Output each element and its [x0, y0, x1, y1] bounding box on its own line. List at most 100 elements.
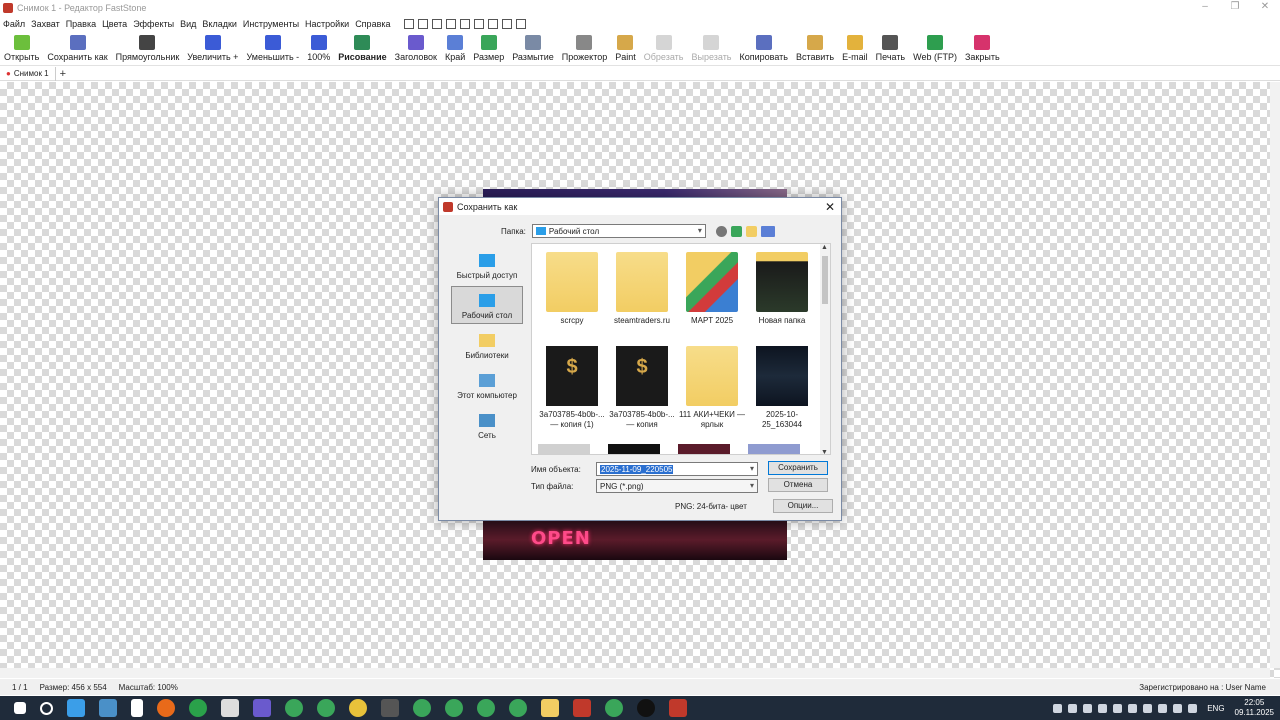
vpn-icon[interactable] [253, 699, 271, 717]
calculator-icon[interactable] [99, 699, 117, 717]
toolbar-button-13[interactable]: Обрезать [640, 33, 688, 62]
toolbar-button-7[interactable]: Заголовок [391, 33, 441, 62]
horizontal-scrollbar[interactable] [0, 668, 1270, 678]
chrome-icon[interactable] [317, 699, 335, 717]
menu-colors[interactable]: Цвета [99, 19, 130, 29]
add-tab-icon[interactable]: + [60, 68, 66, 80]
chrome-icon[interactable] [477, 699, 495, 717]
minimize-icon[interactable]: – [1190, 0, 1220, 16]
toolbar-button-6[interactable]: Рисование [334, 33, 390, 62]
place-1[interactable]: Рабочий стол [451, 286, 523, 324]
toolbar-button-15[interactable]: Копировать [736, 33, 792, 62]
chrome-icon[interactable] [509, 699, 527, 717]
scroll-down-icon[interactable]: ▼ [821, 449, 828, 454]
toolbar-button-14[interactable]: Вырезать [687, 33, 735, 62]
lock-icon[interactable] [381, 699, 399, 717]
tray-icon[interactable] [1158, 703, 1168, 713]
github-icon[interactable] [637, 699, 655, 717]
menu-tools[interactable]: Инструменты [240, 19, 302, 29]
open-icon[interactable] [431, 19, 442, 29]
chrome-icon[interactable] [445, 699, 463, 717]
menu-tabs[interactable]: Вкладки [199, 19, 240, 29]
cancel-button[interactable]: Отмена [768, 478, 828, 492]
language-indicator[interactable]: ENG [1207, 704, 1224, 713]
globe-icon[interactable] [189, 699, 207, 717]
capture-object-icon[interactable] [459, 19, 470, 29]
toolbar-button-12[interactable]: Paint [611, 33, 640, 62]
toolbar-button-16[interactable]: Вставить [792, 33, 838, 62]
faststone-icon[interactable] [669, 699, 687, 717]
pdf-icon[interactable] [573, 699, 591, 717]
chrome-icon[interactable] [413, 699, 431, 717]
chrome-icon[interactable] [605, 699, 623, 717]
toolbar-button-18[interactable]: Печать [872, 33, 909, 62]
menu-effects[interactable]: Эффекты [130, 19, 177, 29]
place-2[interactable]: Библиотеки [451, 326, 523, 364]
tray-icon[interactable] [1068, 703, 1078, 713]
menu-settings[interactable]: Настройки [302, 19, 352, 29]
toolbar-button-5[interactable]: 100% [303, 33, 334, 62]
toolbar-button-9[interactable]: Размер [469, 33, 508, 62]
toolbar-button-1[interactable]: Сохранить как [43, 33, 111, 62]
undo-icon[interactable] [403, 19, 414, 29]
clock[interactable]: 22:05 09.11.2025 [1235, 698, 1274, 718]
toolbar-button-4[interactable]: Уменьшить - [242, 33, 303, 62]
file-item[interactable]: 111 АКИ+ЧЕКИ — ярлык [678, 346, 746, 430]
menu-file[interactable]: Файл [0, 19, 28, 29]
toolbar-button-19[interactable]: Web (FTP) [909, 33, 961, 62]
tray-icon[interactable] [1083, 703, 1093, 713]
file-item[interactable]: scrcpy [538, 252, 606, 326]
menu-view[interactable]: Вид [177, 19, 199, 29]
file-item[interactable]: Новая папка [748, 252, 816, 326]
capture-region-icon[interactable] [473, 19, 484, 29]
menu-help[interactable]: Справка [352, 19, 393, 29]
chevron-down-icon[interactable]: ▾ [750, 464, 754, 473]
microphone-icon[interactable] [1098, 703, 1108, 713]
place-4[interactable]: Сеть [451, 406, 523, 444]
toolbar-button-0[interactable]: Открыть [0, 33, 43, 62]
scroll-thumb[interactable] [822, 256, 828, 304]
file-item[interactable]: 3a703785-4b0b-... — копия [608, 346, 676, 430]
tab-snapshot-1[interactable]: ● Снимок 1 [0, 66, 56, 81]
toolbar-button-3[interactable]: Увеличить + [183, 33, 242, 62]
tray-icon[interactable] [1053, 703, 1063, 713]
save-button[interactable]: Сохранить [768, 461, 828, 475]
capture-scroll-icon[interactable] [501, 19, 512, 29]
windows-start-icon[interactable] [14, 702, 26, 714]
place-0[interactable]: Быстрый доступ [451, 246, 523, 284]
menu-edit[interactable]: Правка [63, 19, 99, 29]
toolbar-button-20[interactable]: Закрыть [961, 33, 1004, 62]
volume-icon[interactable] [1188, 703, 1198, 713]
close-window-icon[interactable]: ✕ [1250, 0, 1280, 16]
capture-fixed-icon[interactable] [515, 19, 526, 29]
network-icon[interactable] [1173, 703, 1183, 713]
task-view-icon[interactable] [67, 699, 85, 717]
folder-select[interactable]: Рабочий стол ▾ [531, 224, 706, 238]
toolbar-button-10[interactable]: Размытие [508, 33, 558, 62]
toolbar-button-17[interactable]: E-mail [838, 33, 872, 62]
place-3[interactable]: Этот компьютер [451, 366, 523, 404]
file-list-scrollbar[interactable]: ▲ ▼ [820, 244, 830, 454]
tray-icon[interactable] [1143, 703, 1153, 713]
document-icon[interactable] [131, 699, 143, 717]
vertical-scrollbar[interactable] [1270, 82, 1280, 668]
file-list[interactable]: ▲ ▼ scrcpy steamtraders.ru MAPT 2025 Новая … [531, 243, 831, 455]
view-menu-icon[interactable] [760, 225, 775, 237]
scroll-up-icon[interactable]: ▲ [821, 244, 828, 251]
chrome-icon[interactable] [349, 699, 367, 717]
shield-app-icon[interactable] [221, 699, 239, 717]
firefox-icon[interactable] [157, 699, 175, 717]
toolbar-button-11[interactable]: Прожектор [558, 33, 611, 62]
new-folder-icon[interactable] [745, 225, 757, 237]
file-item[interactable]: 2025-10-25_163044 [748, 346, 816, 430]
capture-fullscreen-icon[interactable] [487, 19, 498, 29]
filetype-select[interactable]: PNG (*.png) ▾ [596, 479, 758, 493]
options-button[interactable]: Опции... [773, 499, 833, 513]
menu-capture[interactable]: Захват [28, 19, 63, 29]
maximize-icon[interactable]: ❐ [1220, 0, 1250, 16]
filename-input[interactable]: 2025-11-09_220505 ▾ [596, 462, 758, 476]
capture-window-icon[interactable] [445, 19, 456, 29]
dialog-close-icon[interactable]: ✕ [825, 200, 835, 214]
toolbar-button-8[interactable]: Край [441, 33, 469, 62]
file-explorer-icon[interactable] [541, 699, 559, 717]
